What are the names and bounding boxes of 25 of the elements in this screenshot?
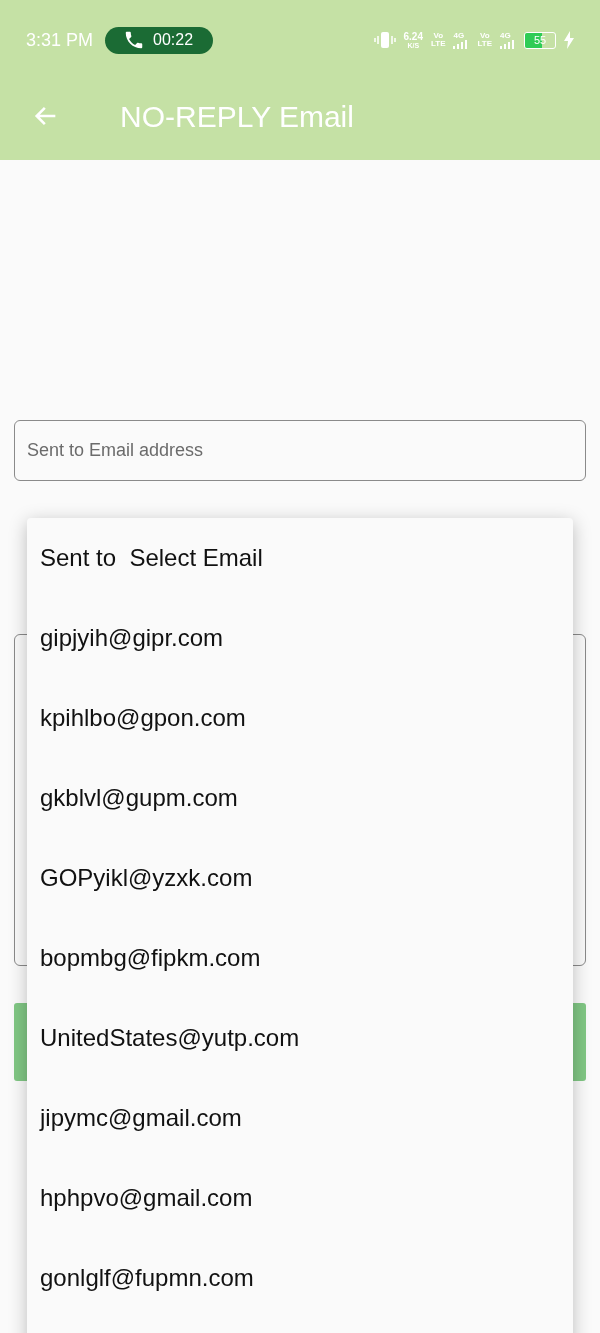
dropdown-item[interactable]: gkblvl@gupm.com xyxy=(27,758,573,838)
dropdown-item[interactable]: GOPyikl@yzxk.com xyxy=(27,838,573,918)
dropdown-item[interactable]: hphpvo@gmail.com xyxy=(27,1158,573,1238)
dropdown-item[interactable]: Sent to Select Email xyxy=(27,518,573,598)
dropdown-item[interactable]: gipjyih@gipr.com xyxy=(27,598,573,678)
dropdown-item[interactable]: jipymc@gmail.com xyxy=(27,1078,573,1158)
email-input-field[interactable]: Sent to Email address xyxy=(14,420,586,481)
call-chip[interactable]: 00:22 xyxy=(105,26,214,54)
signal-icon xyxy=(453,39,470,49)
volte-label: Vo xyxy=(479,32,490,40)
call-timer: 00:22 xyxy=(153,30,194,50)
signal-icon xyxy=(500,39,516,49)
network-type: 4G xyxy=(500,31,511,40)
volte-label: Vo xyxy=(433,32,444,40)
network-type: 4G xyxy=(453,31,465,40)
dropdown-item[interactable]: UnitedStates@yutp.com xyxy=(27,998,573,1078)
volte-label: LTE xyxy=(477,40,492,48)
net-speed: 6.24 xyxy=(403,31,423,42)
dropdown-item[interactable]: bopmbg@fipkm.com xyxy=(27,918,573,998)
dropdown-item[interactable]: gonlglf@fupmn.com xyxy=(27,1238,573,1318)
vibrate-icon xyxy=(373,31,396,49)
volte-label: LTE xyxy=(430,40,446,48)
clock: 3:31 PM xyxy=(26,28,94,52)
app-bar-title: NO-REPLY Email xyxy=(120,98,354,135)
dropdown-item[interactable]: kpihlbo@gpon.com xyxy=(27,678,573,758)
